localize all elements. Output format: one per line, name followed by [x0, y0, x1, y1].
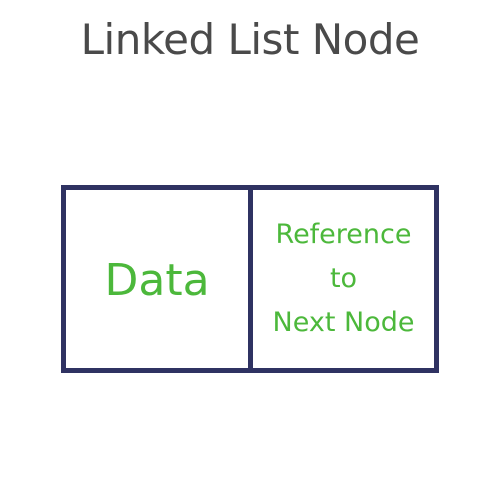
data-label: Data [104, 254, 210, 306]
data-cell: Data [66, 190, 253, 368]
reference-label-line-2: to [329, 263, 358, 294]
reference-label-line-1: Reference [275, 219, 412, 250]
diagram-title: Linked List Node [80, 15, 420, 64]
reference-cell: Reference to Next Node [253, 190, 434, 368]
reference-label-line-3: Next Node [272, 307, 415, 338]
linked-list-node-box: Data Reference to Next Node [61, 185, 439, 373]
